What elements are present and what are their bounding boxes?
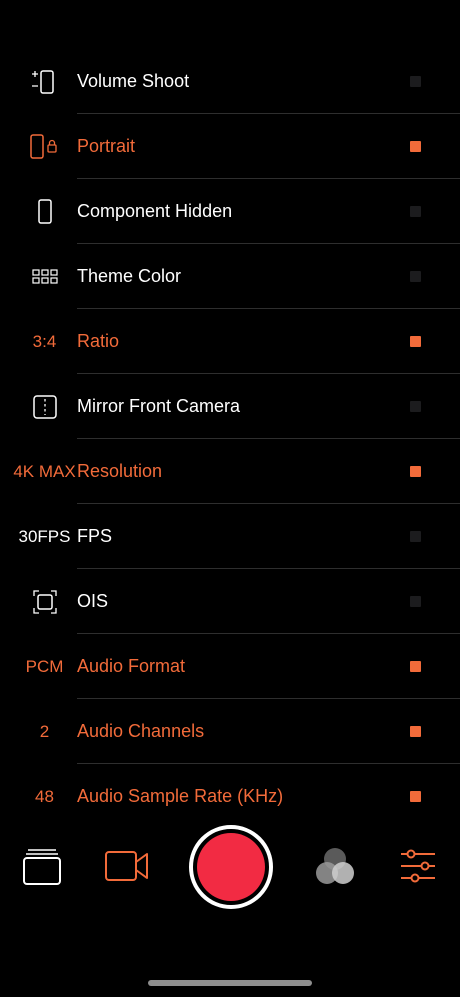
mirror-icon <box>0 374 89 439</box>
setting-checkbox[interactable] <box>410 596 421 607</box>
setting-label: Audio Channels <box>77 721 205 741</box>
setting-checkbox[interactable] <box>410 206 421 217</box>
setting-label: Audio Format <box>77 656 186 676</box>
color-filters-icon[interactable] <box>312 844 358 890</box>
video-camera-icon[interactable] <box>104 848 150 884</box>
record-button-inner <box>197 833 265 901</box>
stabilization-icon <box>0 569 89 634</box>
gallery-stack-icon[interactable] <box>20 844 64 888</box>
record-button[interactable] <box>189 825 273 909</box>
setting-label: Ratio <box>77 331 120 351</box>
setting-checkbox[interactable] <box>410 76 421 87</box>
setting-checkbox[interactable] <box>410 401 421 412</box>
setting-label: Volume Shoot <box>77 71 190 91</box>
setting-value: 3:4 <box>32 331 57 351</box>
setting-label: Theme Color <box>77 266 182 286</box>
settings-list: Volume Shoot Portrait Component Hidden T… <box>0 49 460 829</box>
setting-row-ratio[interactable]: 3:4 Ratio <box>0 309 460 374</box>
setting-value: 48 <box>35 786 54 806</box>
phone-icon <box>0 179 89 244</box>
setting-row-fps[interactable]: 30FPS FPS <box>0 504 460 569</box>
settings-sliders-icon[interactable] <box>397 846 439 888</box>
setting-label: OIS <box>77 591 109 611</box>
setting-checkbox[interactable] <box>410 726 421 737</box>
setting-label: Portrait <box>77 136 136 156</box>
setting-value: 4K MAX <box>13 461 76 481</box>
setting-checkbox[interactable] <box>410 661 421 672</box>
setting-row-theme-color[interactable]: Theme Color <box>0 244 460 309</box>
setting-row-component-hidden[interactable]: Component Hidden <box>0 179 460 244</box>
setting-row-mirror-front-camera[interactable]: Mirror Front Camera <box>0 374 460 439</box>
volume-buttons-icon <box>0 49 89 114</box>
setting-row-audio-sample-rate[interactable]: 48 Audio Sample Rate (KHz) <box>0 764 460 829</box>
home-indicator <box>148 980 312 986</box>
setting-checkbox[interactable] <box>410 336 421 347</box>
setting-row-volume-shoot[interactable]: Volume Shoot <box>0 49 460 114</box>
setting-row-audio-format[interactable]: PCM Audio Format <box>0 634 460 699</box>
setting-row-portrait[interactable]: Portrait <box>0 114 460 179</box>
setting-checkbox[interactable] <box>410 271 421 282</box>
setting-label: Audio Sample Rate (KHz) <box>77 786 284 806</box>
setting-checkbox[interactable] <box>410 466 421 477</box>
setting-row-audio-channels[interactable]: 2 Audio Channels <box>0 699 460 764</box>
setting-row-resolution[interactable]: 4K MAX Resolution <box>0 439 460 504</box>
bottom-toolbar <box>0 824 460 914</box>
setting-label: Mirror Front Camera <box>77 396 241 416</box>
setting-checkbox[interactable] <box>410 141 421 152</box>
setting-row-ois[interactable]: OIS <box>0 569 460 634</box>
grid-icon <box>0 244 89 309</box>
setting-value: 30FPS <box>18 526 71 546</box>
setting-label: Resolution <box>77 461 163 481</box>
setting-label: Component Hidden <box>77 201 233 221</box>
setting-checkbox[interactable] <box>410 531 421 542</box>
setting-label: FPS <box>77 526 113 546</box>
portrait-lock-icon <box>0 114 89 179</box>
setting-value: PCM <box>25 656 64 676</box>
setting-value: 2 <box>39 721 50 741</box>
setting-checkbox[interactable] <box>410 791 421 802</box>
